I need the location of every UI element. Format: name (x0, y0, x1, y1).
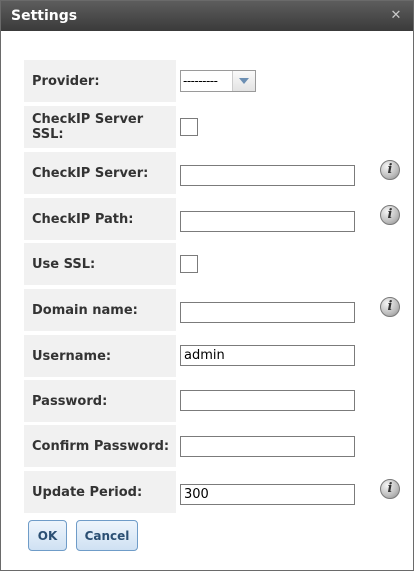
checkip-path-label: CheckIP Path: (32, 211, 134, 227)
use-ssl-label: Use SSL: (32, 256, 96, 272)
checkip-server-ssl-checkbox[interactable] (180, 118, 198, 136)
domain-name-label: Domain name: (32, 302, 138, 318)
username-label-cell: Username: (24, 335, 176, 377)
close-icon[interactable]: ✕ (389, 9, 403, 23)
checkip-server-ssl-label: CheckIP Server SSL: (32, 112, 144, 142)
checkip-server-label-cell: CheckIP Server: (24, 152, 176, 194)
domain-name-input[interactable] (180, 302, 355, 323)
provider-label: Provider: (32, 73, 100, 89)
confirm-password-label: Confirm Password: (32, 438, 170, 454)
domain-name-label-cell: Domain name: (24, 289, 176, 331)
info-icon[interactable]: i (380, 479, 400, 499)
password-label-cell: Password: (24, 380, 176, 422)
use-ssl-checkbox[interactable] (180, 255, 198, 273)
use-ssl-label-cell: Use SSL: (24, 243, 176, 285)
update-period-label-cell: Update Period: (24, 471, 176, 513)
ok-button[interactable]: OK (28, 520, 67, 551)
info-icon[interactable]: i (380, 160, 400, 180)
confirm-password-label-cell: Confirm Password: (24, 425, 176, 467)
username-input[interactable] (180, 345, 355, 366)
checkip-server-ssl-label-cell: CheckIP Server SSL: (24, 106, 176, 148)
dialog-title: Settings (11, 8, 78, 24)
username-label: Username: (32, 348, 112, 364)
info-icon[interactable]: i (380, 297, 400, 317)
update-period-input[interactable] (180, 484, 355, 505)
info-icon[interactable]: i (380, 205, 400, 225)
confirm-password-input[interactable] (180, 436, 355, 457)
cancel-button[interactable]: Cancel (76, 520, 138, 551)
checkip-server-input[interactable] (180, 165, 355, 186)
dialog-titlebar[interactable]: Settings ✕ (1, 1, 413, 31)
password-input[interactable] (180, 390, 355, 411)
checkip-path-label-cell: CheckIP Path: (24, 198, 176, 240)
provider-select[interactable]: --------- (180, 70, 256, 92)
chevron-down-icon[interactable] (232, 71, 255, 91)
provider-select-value: --------- (183, 74, 218, 88)
update-period-label: Update Period: (32, 484, 143, 500)
checkip-server-label: CheckIP Server: (32, 165, 149, 181)
checkip-path-input[interactable] (180, 211, 355, 232)
password-label: Password: (32, 393, 108, 409)
provider-label-cell: Provider: (24, 60, 176, 102)
